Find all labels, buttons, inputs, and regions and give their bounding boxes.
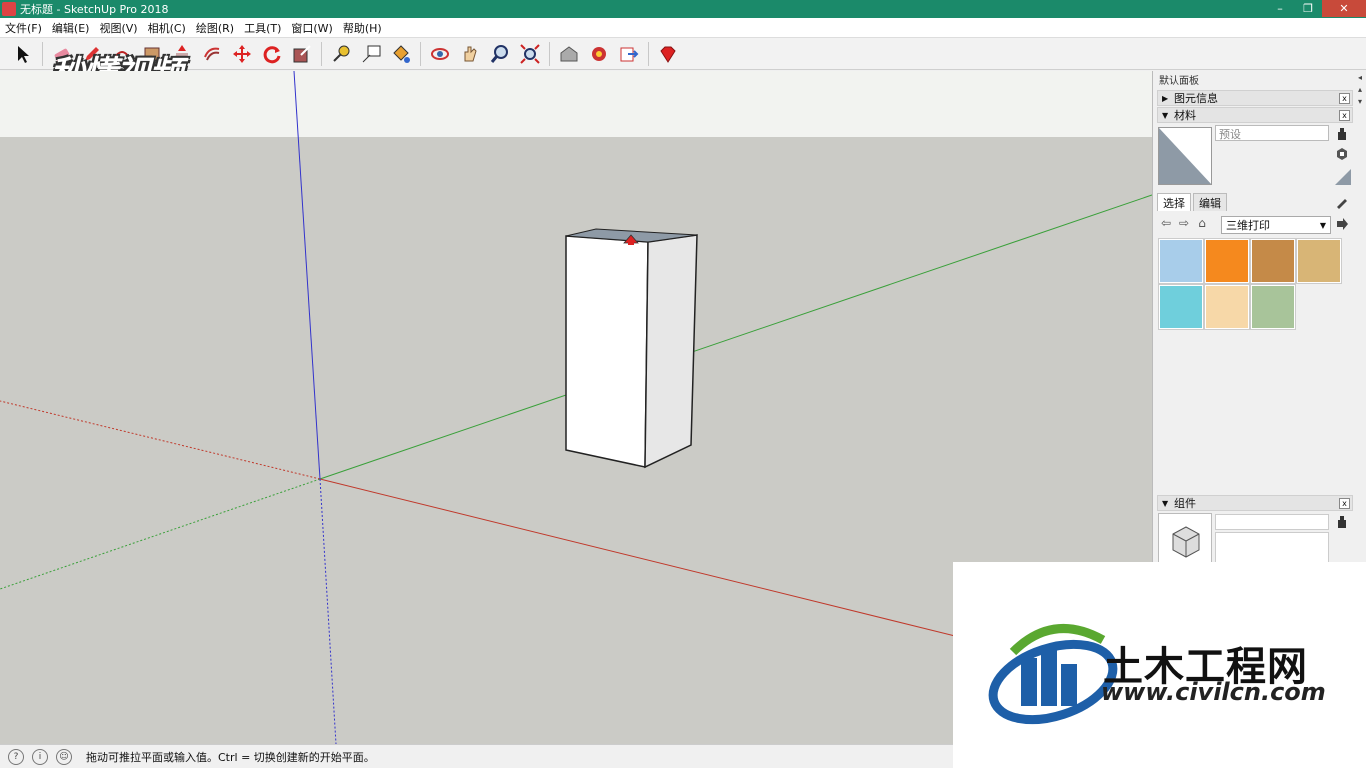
toolbar-separator [42,41,43,66]
minimize-button[interactable]: – [1266,0,1294,17]
material-swatch-2[interactable] [1204,238,1250,284]
library-selected-value: 三维打印 [1226,219,1270,232]
zoom-icon[interactable] [487,41,513,67]
logo-url: www.civilcn.com [1101,678,1326,706]
menu-bar: 文件(F) 编辑(E) 视图(V) 相机(C) 绘图(R) 工具(T) 窗口(W… [0,18,1366,38]
window-title: 无标题 - SketchUp Pro 2018 [20,3,169,16]
extension-icon[interactable] [586,41,612,67]
geo-location-icon[interactable]: ? [8,748,24,765]
tab-edit[interactable]: 编辑 [1193,193,1227,211]
component-name-input[interactable] [1215,514,1329,530]
close-entity-info-button[interactable]: x [1339,93,1350,104]
details-arrow-icon[interactable] [1335,217,1349,231]
back-icon[interactable]: ⇦ [1157,216,1175,234]
component-description-input[interactable] [1215,532,1329,564]
entity-info-label: 图元信息 [1174,92,1218,105]
rotate-icon[interactable] [259,41,285,67]
material-swatch-4[interactable] [1296,238,1342,284]
close-materials-button[interactable]: x [1339,110,1350,121]
components-header[interactable]: ▼ 组件 x [1157,495,1353,511]
entity-info-header[interactable]: ▶ 图元信息 x [1157,90,1353,106]
select-icon[interactable] [10,41,36,67]
material-name-input[interactable]: 预设 [1215,125,1329,141]
toolbar-separator [549,41,550,66]
zoom-extents-icon[interactable] [517,41,543,67]
material-swatch-7[interactable] [1250,284,1296,330]
offset-icon[interactable] [199,41,225,67]
tray-scroll-down-icon[interactable]: ▾ [1355,97,1365,107]
tape-measure-icon[interactable] [328,41,354,67]
status-bar: ? i ☺ 拖动可推拉平面或输入值。Ctrl = 切换创建新的开始平面。 [0,744,953,768]
sky [0,71,1152,137]
toolbar-separator [648,41,649,66]
text-icon[interactable] [358,41,384,67]
menu-edit[interactable]: 编辑(E) [47,20,95,36]
display-secondary-pane-icon[interactable] [1335,515,1349,529]
display-secondary-sample-icon[interactable] [1335,127,1349,141]
close-components-button[interactable]: x [1339,498,1350,509]
paint-bucket-icon[interactable] [388,41,414,67]
tray-side-controls: ◂ ▴ ▾ [1354,71,1366,131]
material-library-dropdown[interactable]: 三维打印 ▼ [1221,216,1331,234]
send-layout-icon[interactable] [616,41,642,67]
material-swatch-3[interactable] [1250,238,1296,284]
collapse-arrow-icon: ▼ [1162,498,1169,508]
materials-tabs: 选择 编辑 [1157,193,1229,211]
menu-view[interactable]: 视图(V) [94,20,142,36]
close-button[interactable]: ✕ [1322,0,1366,17]
status-message: 拖动可推拉平面或输入值。Ctrl = 切换创建新的开始平面。 [86,750,375,764]
pan-icon[interactable] [457,41,483,67]
title-bar: 无标题 - SketchUp Pro 2018 – ❐ ✕ [0,0,1366,18]
component-preview [1158,513,1212,567]
expand-arrow-icon: ▶ [1162,93,1169,103]
scale-icon[interactable] [289,41,315,67]
menu-window[interactable]: 窗口(W) [286,20,337,36]
home-icon[interactable]: ⌂ [1193,216,1211,234]
toolbar-separator [321,41,322,66]
maximize-button[interactable]: ❐ [1294,0,1322,17]
orbit-icon[interactable] [427,41,453,67]
forward-icon[interactable]: ⇨ [1175,216,1193,234]
material-swatch-1[interactable] [1158,238,1204,284]
move-icon[interactable] [229,41,255,67]
main-toolbar [0,38,1366,70]
user-account-icon[interactable]: ☺ [56,748,72,765]
window-controls: – ❐ ✕ [1266,0,1366,18]
menu-tools[interactable]: 工具(T) [239,20,286,36]
tray-scroll-up-icon[interactable]: ▴ [1355,85,1365,95]
menu-file[interactable]: 文件(F) [0,20,47,36]
materials-header[interactable]: ▼ 材料 x [1157,107,1353,123]
chevron-down-icon: ▼ [1319,220,1326,230]
material-swatch-6[interactable] [1204,284,1250,330]
toolbar-separator [420,41,421,66]
civilcn-logo-overlay: 土木工程网 www.civilcn.com [953,562,1366,768]
menu-draw[interactable]: 绘图(R) [191,20,239,36]
material-preview [1158,127,1212,185]
default-material-icon[interactable] [1335,169,1351,185]
box-side-face[interactable] [644,234,698,469]
collapse-arrow-icon: ▼ [1162,110,1169,120]
box-front-face[interactable] [565,235,649,468]
create-material-icon[interactable] [1335,147,1349,161]
warehouse-icon[interactable] [556,41,582,67]
tray-pin-icon[interactable]: ◂ [1355,73,1365,83]
menu-help[interactable]: 帮助(H) [338,20,387,36]
tray-title: 默认面板 [1159,75,1199,87]
ruby-icon[interactable] [655,41,681,67]
materials-label: 材料 [1174,109,1196,122]
material-swatch-5[interactable] [1158,284,1204,330]
info-icon[interactable]: i [32,748,48,765]
menu-camera[interactable]: 相机(C) [143,20,191,36]
components-label: 组件 [1174,497,1196,510]
sample-paint-icon[interactable] [1335,195,1349,209]
tab-select[interactable]: 选择 [1157,193,1191,211]
sketchup-app-icon [2,2,16,16]
